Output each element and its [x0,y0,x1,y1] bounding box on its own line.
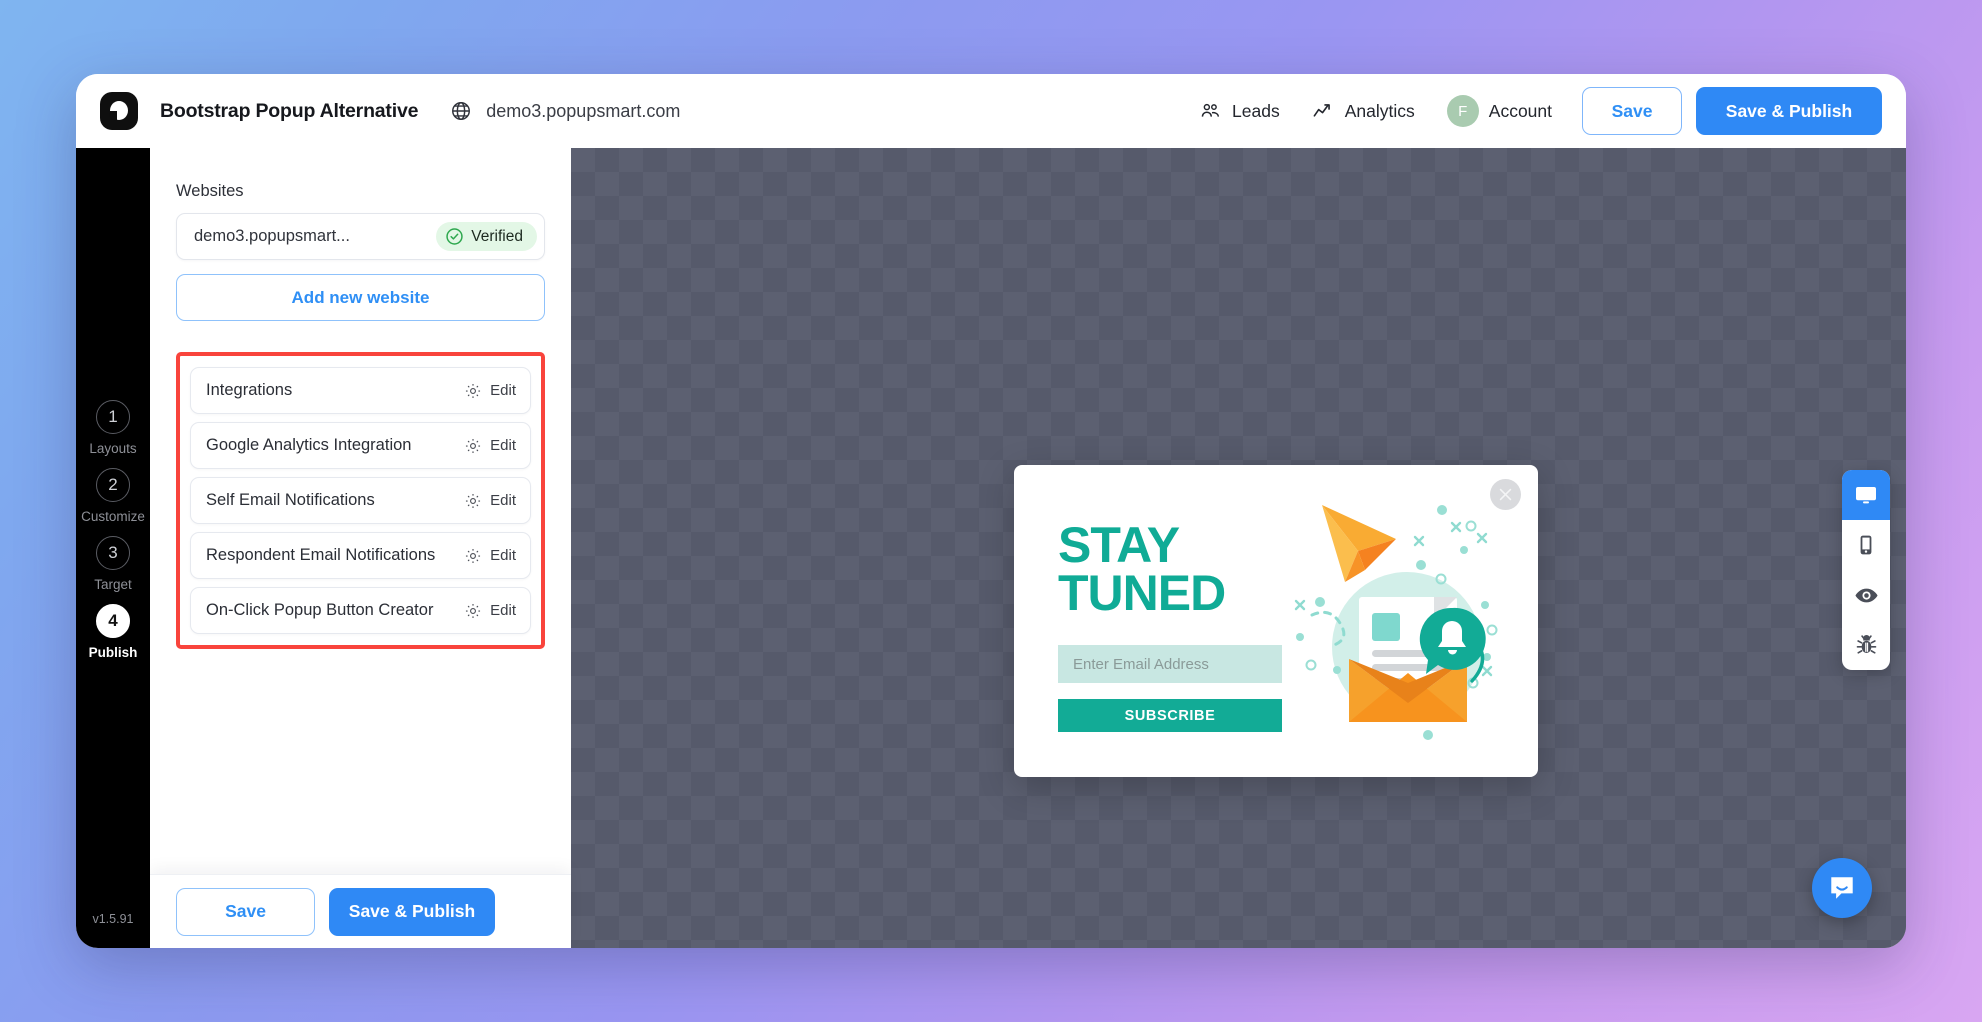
email-paper-plane-illustration [1274,487,1524,752]
mobile-icon[interactable] [1842,520,1890,570]
edit-integration-button[interactable]: Edit [464,547,516,565]
step-label: Target [94,577,132,592]
step-label: Layouts [89,441,137,456]
list-item[interactable]: Respondent Email Notifications Edit [190,532,531,579]
leads-people-icon [1199,100,1222,123]
step-item-target[interactable]: 3 Target [94,536,132,592]
steps-list: 1 Layouts 2 Customize 3 Target 4 Publish [81,400,145,660]
step-number: 1 [95,400,130,434]
list-item[interactable]: On-Click Popup Button Creator Edit [190,587,531,634]
list-item[interactable]: Integrations Edit [190,367,531,414]
settings-panel-scroll[interactable]: Websites demo3.popupsmart... Verified Ad… [150,148,571,874]
list-item[interactable]: Google Analytics Integration Edit [190,422,531,469]
edit-integration-button[interactable]: Edit [464,602,516,620]
edit-label: Edit [490,492,516,509]
device-preview-toolbar [1842,470,1890,670]
gear-icon [464,437,482,455]
analytics-label: Analytics [1344,100,1415,121]
domain-label: demo3.popupsmart.com [486,100,681,121]
edit-label: Edit [490,437,516,454]
gear-icon [464,602,482,620]
popup-heading-line2: TUNED [1058,565,1226,621]
save-and-publish-button[interactable]: Save & Publish [1696,87,1882,135]
step-item-publish[interactable]: 4 Publish [88,604,138,660]
app-header: Bootstrap Popup Alternative demo3.popups… [76,74,1906,148]
leads-label: Leads [1232,100,1280,121]
account-nav-item[interactable]: F Account [1431,87,1568,135]
check-circle-icon [445,227,464,246]
integration-name: Google Analytics Integration [206,436,412,454]
bug-debug-icon[interactable] [1842,620,1890,670]
avatar: F [1446,95,1479,127]
gear-icon [464,547,482,565]
popup-heading: STAY TUNED [1058,520,1282,621]
step-number: 2 [96,468,130,502]
add-new-website-button[interactable]: Add new website [176,274,545,321]
status-badge: Verified [436,222,537,251]
panel-footer: Save Save & Publish [150,874,571,948]
panel-save-and-publish-button[interactable]: Save & Publish [329,887,495,936]
eye-preview-icon[interactable] [1842,570,1890,620]
edit-integration-button[interactable]: Edit [464,492,516,510]
popup-content: STAY TUNED Enter Email Address SUBSCRIBE [1058,520,1282,732]
website-row[interactable]: demo3.popupsmart... Verified [176,213,545,260]
subscribe-button[interactable]: SUBSCRIBE [1058,699,1282,732]
websites-section-label: Websites [176,182,244,200]
edit-label: Edit [490,382,516,399]
edit-integration-button[interactable]: Edit [464,382,516,400]
globe-icon [450,100,472,122]
popup-preview[interactable]: STAY TUNED Enter Email Address SUBSCRIBE [1014,465,1538,777]
gear-icon [464,382,482,400]
header-actions: Leads Analytics F Account Save Save & Pu… [1183,87,1906,135]
account-label: Account [1488,100,1552,121]
save-button[interactable]: Save [1582,87,1682,135]
step-number: 3 [96,536,130,570]
step-label: Publish [88,645,138,660]
integration-name: Respondent Email Notifications [206,546,436,564]
analytics-nav-item[interactable]: Analytics [1296,92,1431,131]
step-label: Customize [81,509,145,524]
popupsmart-logo-icon[interactable] [100,92,138,130]
settings-panel: Websites demo3.popupsmart... Verified Ad… [150,148,571,948]
gear-icon [464,492,482,510]
integration-name: Self Email Notifications [206,491,375,509]
chat-bubble-icon[interactable] [1812,858,1872,918]
email-placeholder: Enter Email Address [1073,655,1209,673]
domain-display[interactable]: demo3.popupsmart.com [450,100,680,122]
page-title: Bootstrap Popup Alternative [160,99,419,122]
integration-name: On-Click Popup Button Creator [206,601,434,619]
edit-label: Edit [490,602,516,619]
analytics-trend-icon [1312,100,1335,123]
integrations-highlight-box: Integrations Edit Google Analytics Integ… [176,352,545,649]
desktop-icon[interactable] [1842,470,1890,520]
step-number: 4 [95,604,130,638]
step-item-layouts[interactable]: 1 Layouts [89,400,137,456]
edit-label: Edit [490,547,516,564]
email-field[interactable]: Enter Email Address [1058,645,1282,683]
website-name: demo3.popupsmart... [194,227,350,245]
preview-canvas[interactable]: STAY TUNED Enter Email Address SUBSCRIBE [571,148,1906,948]
panel-save-button[interactable]: Save [176,887,315,936]
verified-label: Verified [471,227,523,245]
app-window: Bootstrap Popup Alternative demo3.popups… [76,74,1906,948]
edit-integration-button[interactable]: Edit [464,437,516,455]
list-item[interactable]: Self Email Notifications Edit [190,477,531,524]
integration-name: Integrations [206,381,293,399]
leads-nav-item[interactable]: Leads [1183,92,1296,131]
version-label: v1.5.91 [92,912,134,926]
step-item-customize[interactable]: 2 Customize [81,468,145,524]
steps-rail: 1 Layouts 2 Customize 3 Target 4 Publish… [76,148,150,948]
